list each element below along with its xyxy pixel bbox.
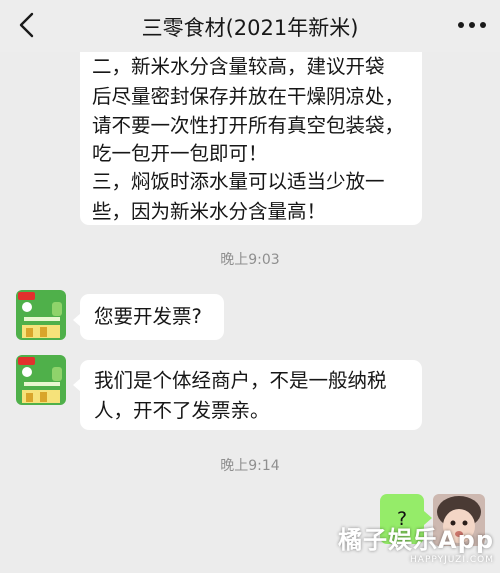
message-line: 些，因为新米水分含量高！ xyxy=(92,200,327,223)
message-bubble-reply[interactable]: 我们是个体经商户，不是一般纳税 人，开不了发票亲。 xyxy=(80,360,422,430)
chat-header: 三零食材(2021年新米) xyxy=(0,0,500,52)
watermark-url: HAPPYJUZI.COM xyxy=(410,555,494,565)
message-bubble-care-instructions[interactable]: 二，新米水分含量较高，建议开袋 后尽量密封保存并放在干燥阴凉处， 请不要一次性打… xyxy=(80,52,422,225)
message-line: 二，新米水分含量较高，建议开袋 xyxy=(92,55,385,78)
watermark: 橘子娱乐App HAPPYJUZI.COM xyxy=(338,520,494,565)
rice-package-avatar-icon xyxy=(16,355,66,405)
message-line: 人，开不了发票亲。 xyxy=(94,398,270,422)
message-line: 吃一包开一包即可！ xyxy=(92,142,268,165)
timestamp: 晚上9:03 xyxy=(220,252,280,268)
shop-avatar[interactable] xyxy=(16,355,66,405)
more-dots-icon xyxy=(458,22,486,28)
message-text: 您要开发票? xyxy=(94,305,202,328)
message-line: 请不要一次性打开所有真空包装袋， xyxy=(92,114,405,137)
chat-title: 三零食材(2021年新米) xyxy=(141,16,359,40)
watermark-text: 橘子娱乐App xyxy=(338,526,494,554)
message-bubble-invoice-question[interactable]: 您要开发票? xyxy=(80,294,224,340)
rice-package-avatar-icon xyxy=(16,290,66,340)
more-button[interactable] xyxy=(452,10,492,40)
message-line: 后尽量密封保存并放在干燥阴凉处， xyxy=(92,85,405,108)
shop-avatar[interactable] xyxy=(16,290,66,340)
timestamp: 晚上9:14 xyxy=(220,458,280,474)
message-line: 我们是个体经商户，不是一般纳税 xyxy=(94,369,387,392)
message-line: 三，焖饭时添水量可以适当少放一 xyxy=(92,170,385,193)
